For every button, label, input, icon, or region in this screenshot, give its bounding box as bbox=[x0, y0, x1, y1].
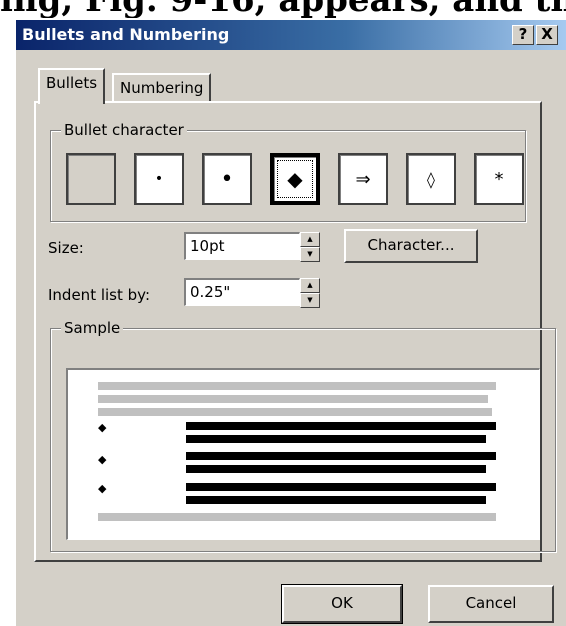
cancel-button[interactable]: Cancel bbox=[428, 585, 554, 623]
bullet-option-large-dot[interactable]: • bbox=[202, 153, 252, 205]
bullet-option-diamond[interactable]: ◆ bbox=[270, 153, 320, 205]
size-spinner: ▲ ▼ bbox=[300, 232, 320, 262]
size-up-arrow-icon[interactable]: ▲ bbox=[300, 232, 320, 247]
tab-numbering-label: Numbering bbox=[120, 79, 204, 97]
sample-bullet-diamond-icon: ◆ bbox=[98, 421, 107, 434]
ok-button[interactable]: OK bbox=[281, 584, 403, 624]
tab-numbering[interactable]: Numbering bbox=[112, 73, 212, 101]
indent-up-arrow-icon[interactable]: ▲ bbox=[300, 278, 320, 293]
bullet-option-asterisk[interactable]: * bbox=[474, 153, 524, 205]
sample-black-line bbox=[186, 496, 486, 504]
bullet-character-label: Bullet character bbox=[61, 121, 187, 139]
sample-black-line bbox=[186, 483, 496, 491]
close-button[interactable]: X bbox=[536, 25, 558, 45]
bullet-option-double-arrow[interactable]: ⇒ bbox=[338, 153, 388, 205]
lozenge-glyph: ◊ bbox=[427, 169, 435, 189]
indent-down-arrow-icon[interactable]: ▼ bbox=[300, 293, 320, 308]
tab-bullets[interactable]: Bullets bbox=[38, 68, 106, 104]
sample-gray-line bbox=[98, 395, 488, 403]
sample-bullet-diamond-icon: ◆ bbox=[98, 453, 107, 466]
help-button[interactable]: ? bbox=[512, 25, 534, 45]
indent-spinner: ▲ ▼ bbox=[300, 278, 320, 308]
bullet-option-none[interactable] bbox=[66, 153, 116, 205]
sample-gray-line bbox=[98, 513, 496, 521]
size-down-arrow-icon[interactable]: ▼ bbox=[300, 247, 320, 262]
sample-black-line bbox=[186, 465, 486, 473]
sample-gray-line bbox=[98, 382, 496, 390]
sample-black-line bbox=[186, 435, 486, 443]
indent-input[interactable]: 0.25" bbox=[184, 278, 300, 306]
bullet-option-small-dot[interactable]: • bbox=[134, 153, 184, 205]
sample-label: Sample bbox=[61, 319, 124, 337]
sample-gray-line bbox=[98, 408, 492, 416]
tab-bullets-label: Bullets bbox=[46, 74, 98, 92]
sample-preview: ◆ ◆ ◆ bbox=[66, 368, 540, 540]
sample-bullet-diamond-icon: ◆ bbox=[98, 482, 107, 495]
small-dot-glyph: • bbox=[154, 171, 164, 187]
double-arrow-glyph: ⇒ bbox=[355, 168, 371, 190]
bullets-numbering-dialog: Bullets and Numbering ? X Bullets Number… bbox=[14, 18, 566, 626]
diamond-glyph: ◆ bbox=[287, 167, 303, 191]
indent-label: Indent list by: bbox=[48, 286, 150, 304]
character-button[interactable]: Character... bbox=[344, 229, 478, 263]
sample-black-line bbox=[186, 452, 496, 460]
sample-black-line bbox=[186, 422, 496, 430]
asterisk-glyph: * bbox=[494, 168, 504, 190]
large-dot-glyph: • bbox=[220, 166, 234, 192]
size-input[interactable]: 10pt bbox=[184, 232, 300, 260]
size-label: Size: bbox=[48, 239, 84, 257]
bullet-option-lozenge[interactable]: ◊ bbox=[406, 153, 456, 205]
title-bar[interactable]: Bullets and Numbering ? X bbox=[16, 20, 566, 50]
book-text: ing, Fig. 9-16, appears, and the bbox=[0, 0, 566, 20]
dialog-title: Bullets and Numbering bbox=[22, 25, 230, 44]
